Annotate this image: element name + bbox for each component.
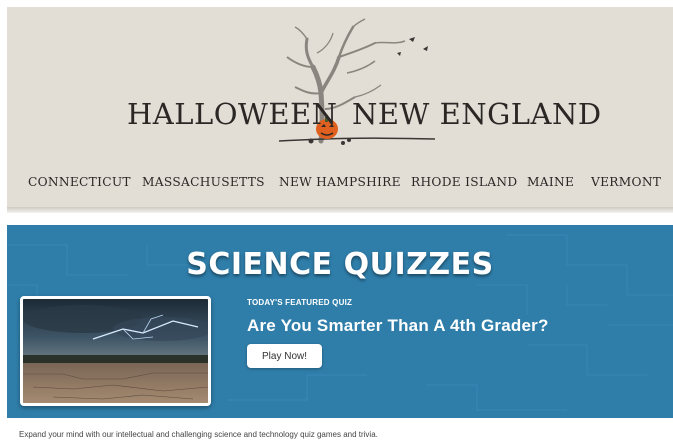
lightning-storm-image xyxy=(23,299,208,403)
featured-quiz-thumbnail[interactable] xyxy=(20,296,211,406)
logo-text-halloween: HALLOWEEN xyxy=(127,97,338,131)
logo-text-new-england: NEW ENGLAND xyxy=(352,97,602,131)
nav-item-rhode-island[interactable]: RHODE ISLAND xyxy=(411,175,517,189)
site-logo[interactable]: HALLOWEEN NEW ENGLAND xyxy=(7,7,673,165)
science-quiz-banner: SCIENCE QUIZZES TODAY'S FEATURED QUIZ Ar… xyxy=(7,225,673,418)
quiz-section-title: SCIENCE QUIZZES xyxy=(186,247,494,282)
featured-quiz-label: TODAY'S FEATURED QUIZ xyxy=(247,298,353,307)
nav-item-massachusetts[interactable]: MASSACHUSETTS xyxy=(142,175,265,189)
nav-item-connecticut[interactable]: CONNECTICUT xyxy=(28,175,131,189)
tree-pumpkin-icon xyxy=(278,18,436,145)
site-header: HALLOWEEN NEW ENGLAND CONNECTICUT MASSAC… xyxy=(7,7,673,207)
featured-quiz-title[interactable]: Are You Smarter Than A 4th Grader? xyxy=(247,316,549,336)
play-now-button[interactable]: Play Now! xyxy=(247,344,322,368)
header-divider xyxy=(7,207,673,213)
quiz-section-description: Expand your mind with our intellectual a… xyxy=(19,430,378,439)
nav-item-vermont[interactable]: VERMONT xyxy=(591,175,661,189)
nav-item-new-hampshire[interactable]: NEW HAMPSHIRE xyxy=(279,175,401,189)
nav-item-maine[interactable]: MAINE xyxy=(527,175,574,189)
state-nav: CONNECTICUT MASSACHUSETTS NEW HAMPSHIRE … xyxy=(7,175,673,195)
